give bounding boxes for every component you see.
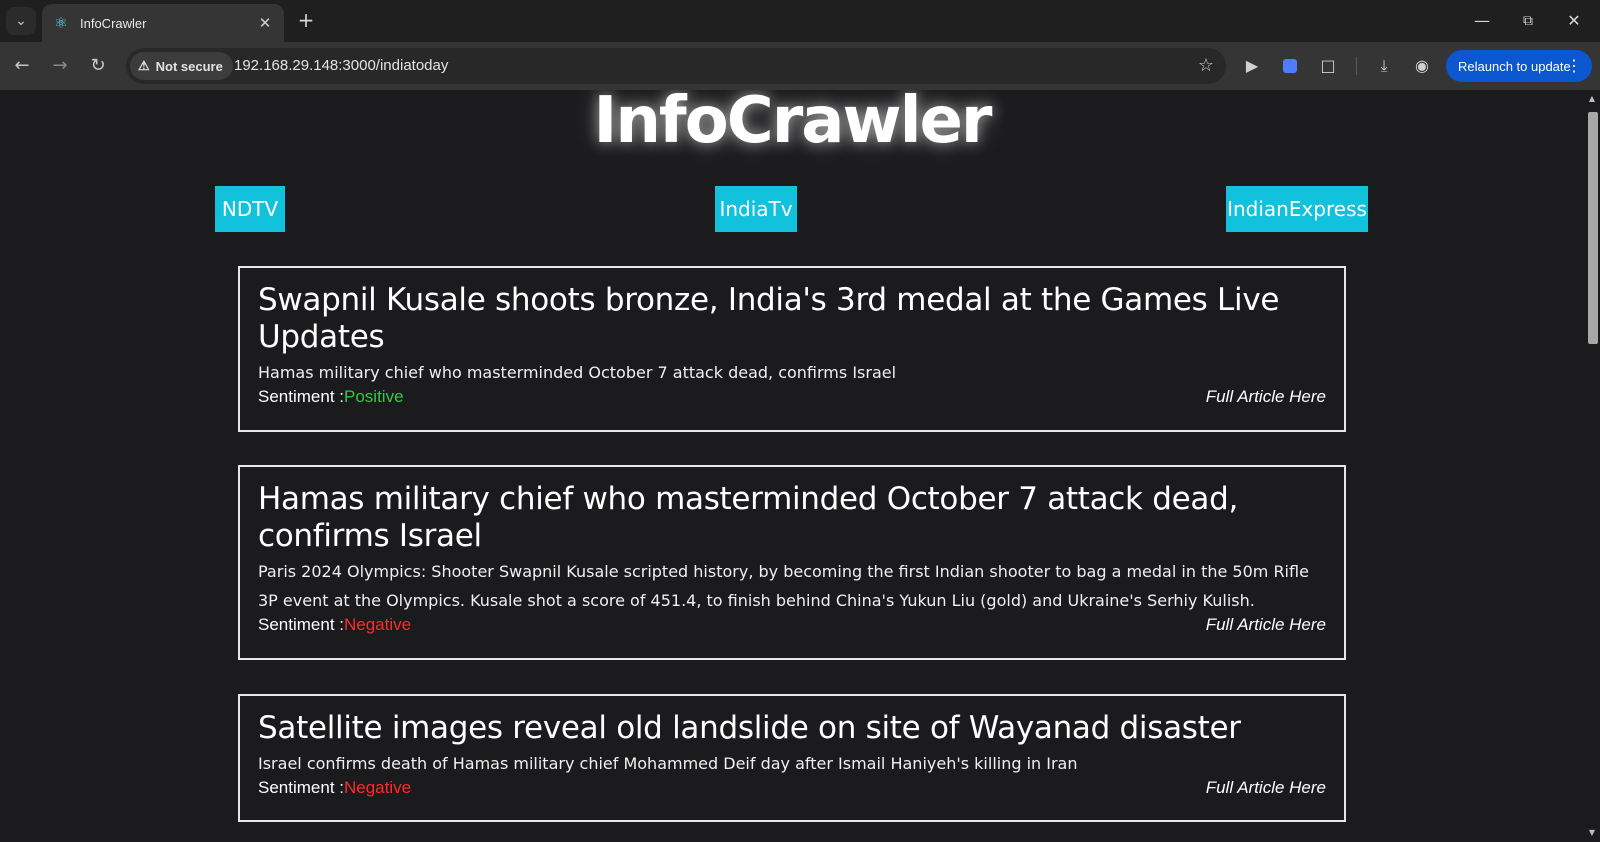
restore-icon[interactable]: ⧉ xyxy=(1508,8,1548,34)
article-card: Swapnil Kusale shoots bronze, India's 3r… xyxy=(238,266,1346,432)
scroll-up-icon[interactable]: ▲ xyxy=(1587,94,1597,103)
page-viewport: InfoCrawler NDTV IndiaTv IndianExpress S… xyxy=(0,90,1584,842)
article-description: Hamas military chief who masterminded Oc… xyxy=(258,363,897,382)
article-footer: Sentiment :Negative Full Article Here xyxy=(258,615,1326,641)
sentiment-value: Negative xyxy=(344,778,412,797)
article-title: Hamas military chief who masterminded Oc… xyxy=(258,481,1239,554)
sentiment-label: Sentiment : xyxy=(258,615,344,634)
scroll-down-icon[interactable]: ▼ xyxy=(1587,828,1597,837)
vertical-scrollbar[interactable]: ▲ ▼ xyxy=(1584,90,1600,842)
react-favicon-icon: ⚛ xyxy=(54,14,68,32)
url-text[interactable]: 192.168.29.148:3000/indiatoday xyxy=(234,57,448,74)
article-title: Swapnil Kusale shoots bronze, India's 3r… xyxy=(258,282,1280,355)
chevron-down-icon: ⌄ xyxy=(15,13,27,29)
reload-icon[interactable]: ↻ xyxy=(84,52,112,80)
warning-triangle-icon: ⚠ xyxy=(138,58,150,73)
full-article-link[interactable]: Full Article Here xyxy=(1206,778,1326,798)
article-title: Satellite images reveal old landslide on… xyxy=(258,710,1241,746)
browser-toolbar: ← → ↻ ⚠ Not secure 192.168.29.148:3000/i… xyxy=(0,42,1600,90)
extensions-puzzle-icon[interactable]: □ xyxy=(1316,54,1340,78)
relaunch-button[interactable]: Relaunch to update ⋮ xyxy=(1446,50,1592,82)
security-chip[interactable]: ⚠ Not secure xyxy=(130,52,233,80)
article-description: Paris 2024 Olympics: Shooter Swapnil Kus… xyxy=(258,562,1309,610)
article-card: Hamas military chief who masterminded Oc… xyxy=(238,465,1346,660)
close-tab-icon[interactable]: ✕ xyxy=(256,14,274,32)
toolbar-divider xyxy=(1356,57,1357,75)
article-footer: Sentiment :Negative Full Article Here xyxy=(258,778,1326,804)
full-article-link[interactable]: Full Article Here xyxy=(1206,615,1326,635)
back-arrow-icon[interactable]: ← xyxy=(8,52,36,80)
download-icon[interactable]: ⤓ xyxy=(1372,54,1396,78)
site-title: InfoCrawler xyxy=(593,90,993,158)
source-button-ndtv[interactable]: NDTV xyxy=(215,186,285,232)
forward-arrow-icon[interactable]: → xyxy=(46,52,74,80)
security-label: Not secure xyxy=(155,58,223,74)
article-description: Israel confirms death of Hamas military … xyxy=(258,754,1078,773)
close-window-icon[interactable]: ✕ xyxy=(1554,8,1594,34)
sentiment-value: Positive xyxy=(344,387,404,406)
scrollbar-thumb[interactable] xyxy=(1588,112,1598,344)
address-bar[interactable]: ⚠ Not secure 192.168.29.148:3000/indiato… xyxy=(126,48,1226,84)
sentiment-value: Negative xyxy=(344,615,412,634)
extension-blue-icon[interactable] xyxy=(1278,54,1302,78)
browser-tab[interactable]: ⚛ InfoCrawler ✕ xyxy=(42,4,284,42)
source-button-indiatv[interactable]: IndiaTv xyxy=(715,186,797,232)
article-footer: Sentiment :Positive Full Article Here xyxy=(258,387,1326,413)
minimize-icon[interactable]: — xyxy=(1462,8,1502,34)
full-article-link[interactable]: Full Article Here xyxy=(1206,387,1326,407)
source-button-indianexpress[interactable]: IndianExpress xyxy=(1226,186,1368,232)
tab-strip: ⌄ ⚛ InfoCrawler ✕ + — ⧉ ✕ xyxy=(0,0,1600,42)
bookmark-star-icon[interactable]: ☆ xyxy=(1198,55,1214,76)
new-tab-button[interactable]: + xyxy=(294,9,318,33)
media-control-icon[interactable]: ▶ xyxy=(1240,54,1264,78)
relaunch-label: Relaunch to update xyxy=(1458,58,1571,74)
sentiment-label: Sentiment : xyxy=(258,387,344,406)
tab-title: InfoCrawler xyxy=(80,15,147,31)
article-card: Satellite images reveal old landslide on… xyxy=(238,694,1346,822)
more-vert-icon[interactable]: ⋮ xyxy=(1566,56,1582,76)
profile-avatar-icon[interactable]: ◉ xyxy=(1410,54,1434,78)
tab-search-button[interactable]: ⌄ xyxy=(6,7,36,35)
sentiment-label: Sentiment : xyxy=(258,778,344,797)
